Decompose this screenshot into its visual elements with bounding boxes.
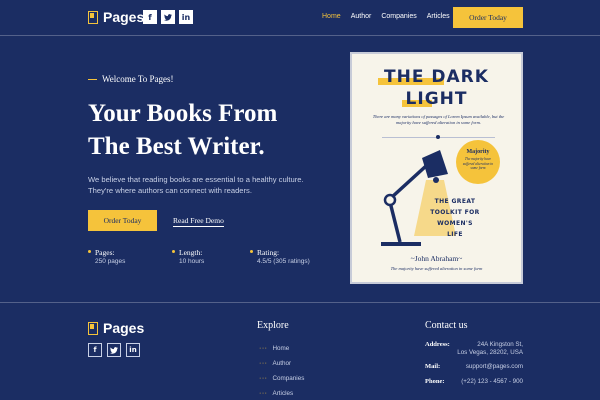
stat-label: Pages: xyxy=(95,248,115,257)
stat-rating: Rating: 4.5/5 (305 ratings) xyxy=(250,248,310,265)
mail-value[interactable]: support@pages.com xyxy=(443,363,523,371)
explore-item-label: Companies xyxy=(272,375,305,382)
dots-icon: ··· xyxy=(259,345,268,352)
mail-label: Mail: xyxy=(425,363,441,370)
book-logo-icon xyxy=(88,10,98,24)
site-header: Pages f in Home Author Companies Article… xyxy=(0,0,600,36)
contact-mail: Mail: support@pages.com xyxy=(425,363,523,373)
contact-heading: Contact us xyxy=(425,320,468,331)
book-author: ~John Abraham~ xyxy=(410,254,463,263)
explore-item-companies[interactable]: ··· Companies xyxy=(259,371,304,386)
phone-value[interactable]: (+22) 123 - 4567 - 900 xyxy=(443,378,523,386)
badge-title: Majority xyxy=(466,149,490,155)
subtitle-line4: LIFE xyxy=(447,231,463,238)
explore-item-label: Home xyxy=(272,345,290,352)
linkedin-icon[interactable]: in xyxy=(126,343,140,357)
hero-title: Your Books From The Best Writer. xyxy=(88,97,348,163)
badge-subtitle: The majority have suffered alteration in… xyxy=(462,157,494,171)
address-line1: 24A Kingston St, xyxy=(477,341,523,348)
stat-value: 250 pages xyxy=(95,258,126,265)
nav-home[interactable]: Home xyxy=(322,13,341,20)
hero-order-button[interactable]: Order Today xyxy=(88,210,157,231)
stat-bullet xyxy=(88,250,91,253)
explore-heading: Explore xyxy=(257,320,289,331)
footer-divider xyxy=(0,302,600,303)
phone-label: Phone: xyxy=(425,378,445,385)
logo[interactable]: Pages xyxy=(88,9,144,25)
book-title-line1: THE DARK xyxy=(384,67,489,87)
tagline-dash xyxy=(88,78,97,80)
stat-bullet xyxy=(250,250,253,253)
hero-desc-line1: We believe that reading books are essent… xyxy=(88,175,304,184)
explore-item-label: Articles xyxy=(272,390,294,397)
subtitle-line2: TOOLKIT FOR xyxy=(430,209,480,216)
read-demo-link[interactable]: Read Free Demo xyxy=(173,216,224,227)
main-nav: Home Author Companies Articles xyxy=(322,13,450,20)
subtitle-line3: WOMEN'S xyxy=(437,220,473,227)
explore-list: ··· Home ··· Author ··· Companies ··· Ar… xyxy=(259,341,304,400)
welcome-tagline: Welcome To Pages! xyxy=(88,74,173,84)
stat-bullet xyxy=(172,250,175,253)
hero-title-line1: Your Books From xyxy=(88,100,278,127)
twitter-bird-glyph xyxy=(164,13,172,21)
stat-label: Length: xyxy=(179,248,203,257)
hero-title-line2: The Best Writer. xyxy=(88,133,265,160)
twitter-bird-glyph xyxy=(110,346,118,354)
dots-icon: ··· xyxy=(259,390,268,397)
nav-companies[interactable]: Companies xyxy=(381,13,416,20)
facebook-icon[interactable]: f xyxy=(88,343,102,357)
footer-logo-text: Pages xyxy=(103,320,145,336)
linkedin-icon[interactable]: in xyxy=(179,10,193,24)
book-subtitle: THE GREAT TOOLKIT FOR WOMEN'S LIFE xyxy=(410,196,500,240)
book-title-line2: LIGHT xyxy=(405,89,468,109)
explore-item-articles[interactable]: ··· Articles xyxy=(259,386,304,400)
hero-description: We believe that reading books are essent… xyxy=(88,174,338,196)
hero-desc-line2: They're where authors can connect with r… xyxy=(88,186,252,195)
book-author-tagline: The majority have suffered alteration in… xyxy=(390,266,483,271)
stat-value: 10 hours xyxy=(179,258,205,265)
facebook-icon[interactable]: f xyxy=(143,10,157,24)
twitter-icon[interactable] xyxy=(107,343,121,357)
stat-value: 4.5/5 (305 ratings) xyxy=(257,258,310,265)
address-line2: Los Vegas, 28202, USA xyxy=(457,349,523,356)
subtitle-line1: THE GREAT xyxy=(434,198,476,205)
footer-logo[interactable]: Pages xyxy=(88,320,144,336)
nav-articles[interactable]: Articles xyxy=(427,13,450,20)
stat-label: Rating: xyxy=(257,248,280,257)
dots-icon: ··· xyxy=(259,375,268,382)
dots-icon: ··· xyxy=(259,360,268,367)
stat-pages: Pages: 250 pages xyxy=(88,248,125,265)
book-cover: THE DARK LIGHT There are many variations… xyxy=(350,52,523,284)
majority-badge: Majority The majority have suffered alte… xyxy=(456,140,500,184)
twitter-icon[interactable] xyxy=(161,10,175,24)
explore-item-label: Author xyxy=(272,360,292,367)
logo-text: Pages xyxy=(103,9,145,25)
footer-socials: f in xyxy=(88,343,140,357)
contact-address: Address: 24A Kingston St, Los Vegas, 282… xyxy=(425,341,523,359)
welcome-text: Welcome To Pages! xyxy=(102,74,174,84)
header-socials: f in xyxy=(143,10,193,24)
nav-author[interactable]: Author xyxy=(351,13,372,20)
stat-length: Length: 10 hours xyxy=(172,248,204,265)
book-blurb: There are many variations of passages of… xyxy=(372,114,505,125)
contact-phone: Phone: (+22) 123 - 4567 - 900 xyxy=(425,378,523,388)
explore-item-home[interactable]: ··· Home xyxy=(259,341,304,356)
explore-item-author[interactable]: ··· Author xyxy=(259,356,304,371)
address-value: 24A Kingston St, Los Vegas, 28202, USA xyxy=(443,341,523,357)
cover-divider-dot xyxy=(436,135,440,139)
book-logo-icon xyxy=(88,321,98,335)
header-order-button[interactable]: Order Today xyxy=(453,7,523,28)
